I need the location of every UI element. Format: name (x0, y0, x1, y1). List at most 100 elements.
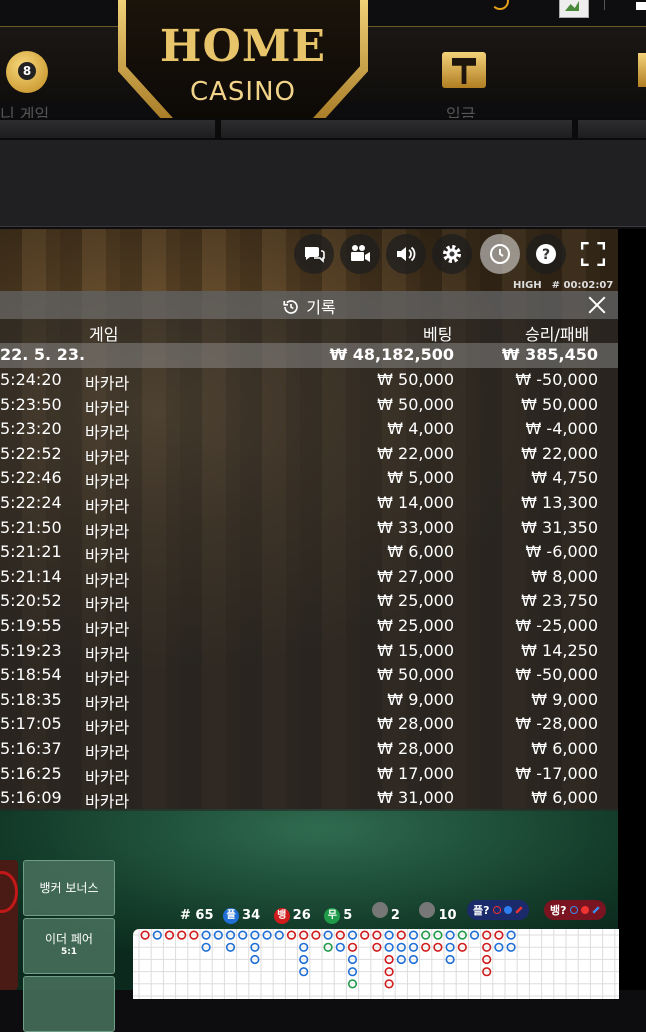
history-row[interactable]: 5:16:09 바카라 ₩ 31,000 ₩ 6,000 (0, 786, 618, 811)
row-result: ₩ 31,350 (521, 517, 598, 537)
row-result: ₩ 13,300 (521, 493, 598, 512)
sub-tab-2[interactable] (221, 120, 572, 138)
banker-badge: 뱅 (273, 908, 290, 924)
row-result: ₩ -6,000 (525, 542, 598, 562)
row-bet: ₩ 22,000 (377, 443, 454, 463)
sub-tab-3[interactable] (578, 120, 646, 138)
row-result: ₩ 14,250 (521, 640, 598, 660)
row-bet: ₩ 31,000 (377, 788, 454, 808)
third-side-bet-button[interactable] (23, 976, 115, 1032)
nav-edge-icon[interactable] (638, 53, 646, 87)
row-result: ₩ 50,000 (521, 394, 598, 414)
history-row[interactable]: 5:16:37 바카라 ₩ 28,000 ₩ 6,000 (0, 737, 618, 762)
row-time: 5:22:46 (0, 468, 62, 488)
row-bet: ₩ 50,000 (377, 370, 454, 389)
sub-tab-1[interactable] (0, 120, 215, 138)
bead-road-map[interactable] (133, 929, 619, 999)
player-pair-icon (371, 902, 388, 918)
broken-image-icon[interactable] (559, 0, 589, 18)
summary-date: 22. 5. 23. (0, 345, 86, 364)
help-button[interactable]: ? (526, 234, 566, 274)
player-count: 34 (242, 908, 261, 923)
either-pair-label: 이더 페어 (45, 932, 93, 946)
either-pair-button[interactable]: 이더 페어 5:1 (23, 918, 115, 974)
chat-button[interactable] (294, 234, 334, 274)
history-row[interactable]: 5:22:46 바카라 ₩ 5,000 ₩ 4,750 (0, 466, 618, 491)
row-time: 5:17:05 (0, 714, 62, 734)
history-summary-row[interactable]: 22. 5. 23. ₩ 48,182,500 ₩ 385,450 (0, 343, 618, 368)
row-time: 5:18:54 (0, 665, 62, 685)
history-row[interactable]: 5:23:20 바카라 ₩ 4,000 ₩ -4,000 (0, 417, 618, 442)
banker-predict-button[interactable]: 뱅? (544, 900, 606, 920)
history-row[interactable]: 5:20:52 바카라 ₩ 25,000 ₩ 23,750 (0, 589, 618, 614)
history-row[interactable]: 5:17:05 바카라 ₩ 28,000 ₩ -28,000 (0, 712, 618, 737)
site-navbar: 8 니 게임 HOME CASINO 입금 (0, 0, 646, 132)
history-row[interactable]: 5:24:20 바카라 ₩ 50,000 ₩ -50,000 (0, 368, 618, 393)
history-row[interactable]: 5:23:50 바카라 ₩ 50,000 ₩ 50,000 (0, 393, 618, 418)
row-bet: ₩ 15,000 (377, 640, 454, 660)
history-row[interactable]: 5:19:23 바카라 ₩ 15,000 ₩ 14,250 (0, 639, 618, 664)
col-game: 게임 (89, 325, 119, 344)
row-time: 5:22:52 (0, 443, 62, 463)
round-id: # 00:02:07 (551, 280, 614, 291)
predict-dot-icon-b (580, 906, 589, 914)
row-game: 바카라 (85, 374, 130, 393)
sound-button[interactable] (386, 234, 426, 274)
history-row[interactable]: 5:19:55 바카라 ₩ 25,000 ₩ -25,000 (0, 614, 618, 639)
topbar-divider (604, 0, 605, 10)
roadmap-stats: # 65 플 34 뱅 26 무5 2 10 (180, 902, 457, 924)
tie-count: 5 (343, 908, 353, 923)
history-row[interactable]: 5:18:35 바카라 ₩ 9,000 ₩ 9,000 (0, 688, 618, 713)
row-time: 5:16:37 (0, 739, 62, 758)
row-time: 5:19:23 (0, 640, 62, 660)
home-casino-logo[interactable]: HOME CASINO (118, 0, 368, 132)
history-close-icon[interactable] (588, 296, 606, 314)
fullscreen-button[interactable] (573, 234, 613, 274)
either-pair-odds: 5:1 (60, 947, 78, 957)
row-result: ₩ -50,000 (515, 370, 598, 389)
history-row[interactable]: 5:21:50 바카라 ₩ 33,000 ₩ 31,350 (0, 516, 618, 541)
row-game: 바카라 (85, 767, 130, 787)
svg-text:?: ? (542, 247, 550, 263)
round-count: # 65 (180, 908, 214, 923)
mini-game-8ball-icon[interactable]: 8 (6, 51, 48, 93)
camera-icon (351, 245, 370, 262)
row-time: 5:23:20 (0, 419, 62, 439)
row-time: 5:21:14 (0, 566, 62, 586)
summary-bet: ₩ 48,182,500 (329, 345, 454, 364)
history-row[interactable]: 5:22:52 바카라 ₩ 22,000 ₩ 22,000 (0, 442, 618, 467)
history-button[interactable] (480, 234, 520, 274)
menu-icon[interactable] (636, 2, 646, 10)
fullscreen-icon (580, 241, 606, 267)
deposit-icon[interactable] (442, 52, 486, 88)
predict-slash-icon-b (591, 906, 600, 914)
row-game: 바카라 (85, 546, 130, 566)
history-row[interactable]: 5:18:54 바카라 ₩ 50,000 ₩ -50,000 (0, 663, 618, 688)
banker-bonus-button[interactable]: 뱅커 보너스 (23, 860, 115, 916)
camera-button[interactable] (340, 234, 380, 274)
row-result: ₩ -4,000 (525, 419, 598, 439)
col-bet: 베팅 (423, 325, 453, 344)
history-row[interactable]: 5:16:25 바카라 ₩ 17,000 ₩ -17,000 (0, 762, 618, 787)
row-time: 5:23:50 (0, 394, 62, 414)
roadmap-grid (133, 929, 619, 999)
player-predict-button[interactable]: 플? (467, 900, 529, 920)
history-row[interactable]: 5:21:14 바카라 ₩ 27,000 ₩ 8,000 (0, 565, 618, 590)
row-result: ₩ -25,000 (515, 616, 598, 635)
banker-bonus-label: 뱅커 보너스 (39, 881, 99, 895)
row-result: ₩ 23,750 (521, 591, 598, 611)
history-row[interactable]: 5:22:24 바카라 ₩ 14,000 ₩ 13,300 (0, 491, 618, 516)
chat-icon (305, 247, 325, 263)
limit-level: HIGH (513, 280, 542, 291)
history-row[interactable]: 5:21:21 바카라 ₩ 6,000 ₩ -6,000 (0, 540, 618, 565)
row-bet: ₩ 5,000 (387, 468, 454, 488)
settings-button[interactable] (432, 234, 472, 274)
row-game: 바카라 (85, 792, 130, 812)
row-time: 5:18:35 (0, 689, 62, 709)
banker-pair-count: 10 (438, 908, 457, 923)
row-game: 바카라 (85, 620, 130, 639)
row-result: ₩ 6,000 (531, 739, 598, 758)
row-game: 바카라 (85, 743, 130, 762)
sub-tabs (0, 118, 646, 140)
history-header: 기록 (0, 291, 618, 319)
